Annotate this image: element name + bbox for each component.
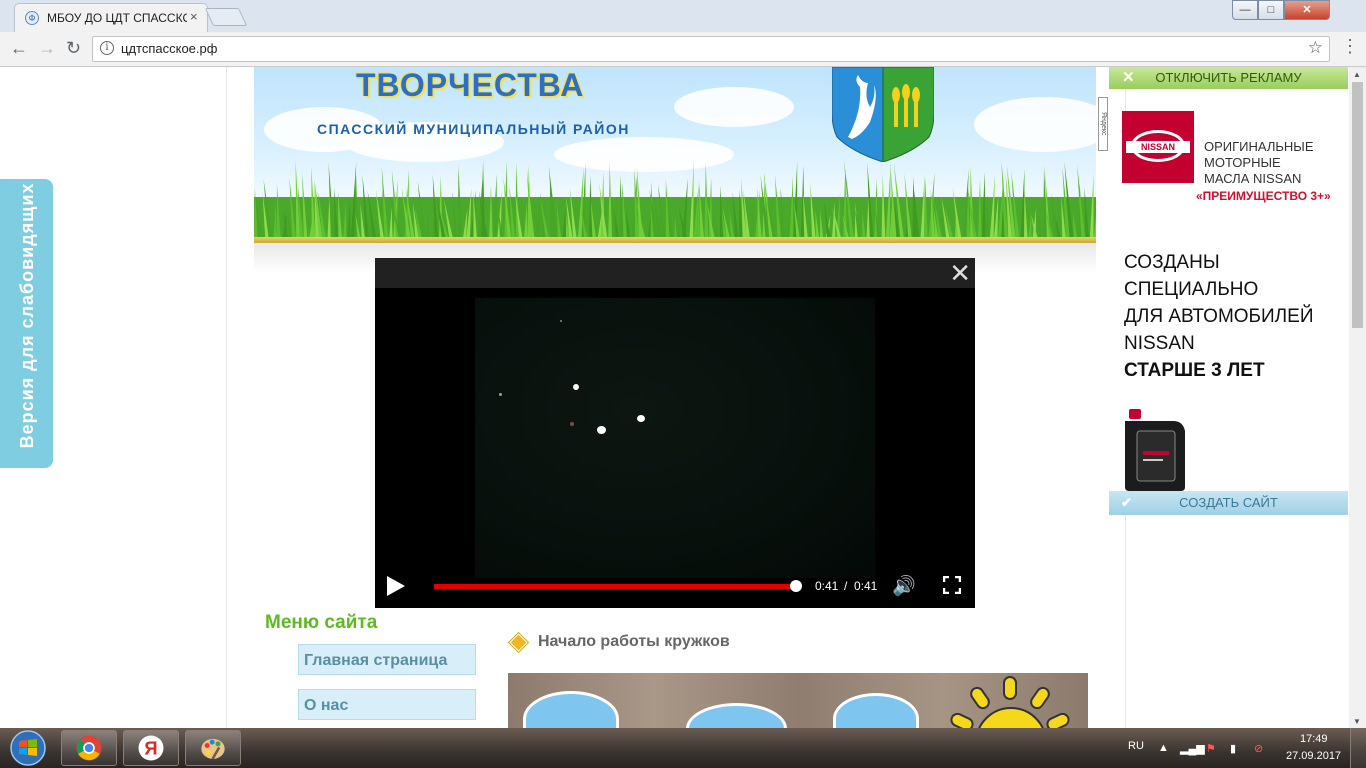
image-cloud	[686, 703, 787, 728]
flag-icon[interactable]: ⚑	[1206, 742, 1216, 755]
taskbar: Я RU ▲ ▂▄▆ ⚑ ▮ ⊘ 17:49 27.09.2017	[0, 728, 1366, 768]
chrome-icon	[76, 735, 102, 761]
menu-item-home[interactable]: Главная страница	[298, 644, 476, 675]
close-icon: ✕	[1122, 69, 1135, 86]
start-button-icon[interactable]	[6, 729, 50, 767]
clock-time[interactable]: 17:49	[1300, 733, 1328, 745]
video-light-spot	[499, 393, 502, 396]
ad-promo: «ПРЕИМУЩЕСТВО 3+»	[1196, 189, 1331, 203]
video-player[interactable]: ✕ 0:41 / 0:41 🔊	[375, 258, 975, 608]
video-light-spot	[597, 426, 606, 434]
paint-palette-icon	[201, 738, 225, 760]
new-tab-button[interactable]	[204, 8, 248, 26]
language-indicator[interactable]: RU	[1128, 740, 1144, 752]
image-cloud	[523, 691, 619, 728]
back-arrow-icon[interactable]: ←	[10, 38, 28, 59]
site-favicon-icon: Ф	[25, 11, 39, 25]
total-time: 0:41	[854, 579, 878, 593]
video-light-spot	[560, 320, 562, 322]
site-header: ТВОРЧЕСТВА СПАССКИЙ МУНИЦИПАЛЬНЫЙ РАЙОН	[254, 67, 1096, 245]
ad-text-line: ОРИГИНАЛЬНЫЕ	[1204, 139, 1314, 154]
video-progress-bar[interactable]	[434, 584, 796, 589]
minimize-button[interactable]: —	[1232, 0, 1258, 20]
show-desktop-button[interactable]	[1350, 728, 1366, 768]
video-light-spot	[637, 415, 645, 422]
site-title: ТВОРЧЕСТВА	[356, 67, 585, 103]
video-light-spot	[573, 384, 579, 390]
cloud-decoration	[974, 97, 1096, 152]
browser-toolbar: ← → ↻ i цдтспасское.рф ☆ ⋮	[0, 32, 1366, 67]
browser-titlebar: Ф МБОУ ДО ЦДТ СПАССКОГО × — □ ✕	[0, 0, 1366, 33]
tab-close-icon[interactable]: ×	[190, 9, 198, 24]
low-vision-version-button[interactable]: Версия для слабовидящих	[0, 179, 53, 468]
taskbar-chrome-button[interactable]	[61, 730, 117, 766]
yandex-icon: Я	[138, 735, 164, 761]
ad-headline-bold: СТАРШЕ 3 ЛЕТ	[1124, 360, 1265, 381]
check-icon: ✔	[1121, 495, 1132, 510]
coat-of-arms-icon	[832, 67, 934, 162]
create-site-label: СОЗДАТЬ САЙТ	[1179, 495, 1278, 510]
video-light-spot	[570, 422, 574, 426]
reload-icon[interactable]: ↻	[66, 38, 81, 59]
grass-decoration	[254, 160, 1096, 245]
video-frame[interactable]	[475, 298, 875, 578]
volume-icon[interactable]: 🔊	[892, 574, 916, 598]
ad-headline: СПЕЦИАЛЬНО	[1124, 279, 1259, 300]
news-image[interactable]	[508, 673, 1088, 728]
forward-arrow-icon[interactable]: →	[38, 38, 56, 59]
nissan-logo: NISSAN	[1122, 111, 1194, 183]
image-cloud	[833, 693, 919, 728]
site-info-icon[interactable]: i	[100, 41, 114, 55]
progress-knob[interactable]	[790, 580, 802, 592]
svg-text:Я: Я	[144, 738, 157, 759]
ad-headline: ДЛЯ АВТОМОБИЛЕЙ	[1124, 306, 1314, 327]
volume-muted-icon[interactable]: ⊘	[1254, 742, 1263, 755]
ad-marker[interactable]: Яндекс	[1098, 97, 1108, 151]
cloud-decoration	[674, 87, 794, 127]
taskbar-paint-button[interactable]	[185, 730, 241, 766]
ad-headline: СОЗДАНЫ	[1124, 252, 1220, 273]
show-hidden-icons-icon[interactable]: ▲	[1158, 742, 1169, 754]
ad-banner[interactable]: NISSAN ОРИГИНАЛЬНЫЕ МОТОРНЫЕ МАСЛА NISSA…	[1109, 111, 1349, 491]
browser-tab[interactable]: Ф МБОУ ДО ЦДТ СПАССКОГО ×	[14, 3, 208, 33]
create-site-button[interactable]: ✔ СОЗДАТЬ САЙТ	[1109, 491, 1348, 515]
disable-ads-label: ОТКЛЮЧИТЬ РЕКЛАМУ	[1155, 70, 1302, 85]
low-vision-label: Версия для слабовидящих	[17, 182, 37, 449]
maximize-button[interactable]: □	[1258, 0, 1284, 20]
ad-headline: NISSAN	[1124, 333, 1195, 354]
sun-decoration-icon	[950, 676, 1070, 728]
network-icon[interactable]: ▂▄▆	[1180, 742, 1205, 755]
video-topbar: ✕	[375, 258, 975, 288]
clock-date[interactable]: 27.09.2017	[1286, 750, 1341, 762]
play-button[interactable]	[387, 576, 405, 596]
url-text[interactable]: цдтспасское.рф	[121, 41, 217, 56]
taskbar-yandex-button[interactable]: Я	[123, 730, 179, 766]
address-bar[interactable]: i цдтспасское.рф ☆	[92, 36, 1330, 62]
menu-title: Меню сайта	[265, 612, 378, 633]
site-subtitle: СПАССКИЙ МУНИЦИПАЛЬНЫЙ РАЙОН	[317, 121, 630, 137]
page-viewport: ТВОРЧЕСТВА СПАССКИЙ МУНИЦИПАЛЬНЫЙ РАЙОН …	[0, 67, 1366, 728]
ad-text-line: МОТОРНЫЕ	[1204, 155, 1281, 170]
browser-menu-icon[interactable]: ⋮	[1340, 36, 1360, 57]
video-close-icon[interactable]: ✕	[949, 260, 971, 286]
battery-icon[interactable]: ▮	[1230, 742, 1236, 755]
scroll-down-icon[interactable]: ▼	[1353, 717, 1361, 726]
menu-item-about[interactable]: О нас	[298, 689, 476, 720]
oil-bottle-image	[1125, 409, 1185, 491]
fullscreen-icon[interactable]	[943, 576, 961, 594]
bookmark-star-icon[interactable]: ☆	[1308, 38, 1323, 58]
close-window-button[interactable]: ✕	[1284, 0, 1330, 20]
disable-ads-button[interactable]: ✕ ОТКЛЮЧИТЬ РЕКЛАМУ	[1109, 67, 1348, 89]
news-title[interactable]: Начало работы кружков	[538, 633, 730, 651]
tab-title: МБОУ ДО ЦДТ СПАССКОГО	[47, 11, 187, 25]
time-separator: /	[844, 579, 848, 593]
logo-brand: NISSAN	[1126, 141, 1190, 153]
scroll-up-icon[interactable]: ▲	[1353, 70, 1361, 79]
current-time: 0:41	[815, 579, 839, 593]
ad-text-line: МАСЛА NISSAN	[1204, 171, 1302, 186]
page-scrollbar[interactable]: ▲ ▼	[1349, 67, 1366, 728]
scroll-thumb[interactable]	[1352, 82, 1363, 328]
